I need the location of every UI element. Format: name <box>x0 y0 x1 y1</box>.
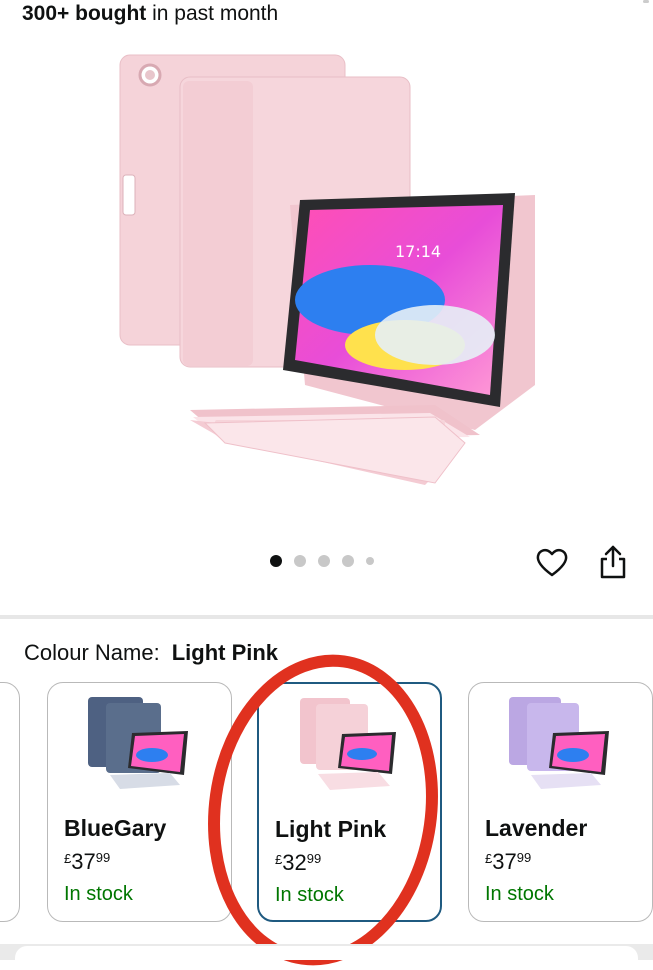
variant-thumbnail <box>508 697 609 789</box>
variant-name: Light Pink <box>275 816 387 842</box>
variant-price: £3299 <box>275 850 321 876</box>
price-cents: 99 <box>306 851 322 866</box>
price-currency: £ <box>275 852 283 867</box>
bottom-sheet-top <box>15 946 638 960</box>
variant-thumbnail <box>87 697 188 789</box>
variant-price: £3799 <box>64 849 110 875</box>
carousel-dot[interactable] <box>270 555 282 567</box>
price-currency: £ <box>485 851 493 866</box>
price-whole: 32 <box>282 850 307 875</box>
price-currency: £ <box>64 851 72 866</box>
heart-icon[interactable] <box>535 546 569 580</box>
variant-price: £3799 <box>485 849 531 875</box>
share-icon[interactable] <box>597 544 629 580</box>
carousel-dot[interactable] <box>366 557 374 565</box>
bought-count-bold: 300+ bought <box>22 2 147 25</box>
variant-name: Lavender <box>485 815 588 841</box>
carousel-dot[interactable] <box>342 555 354 567</box>
carousel-indicator[interactable] <box>270 555 374 567</box>
bottom-sheet-edge <box>0 944 653 960</box>
colour-name-row: Colour Name: Light Pink <box>24 640 278 666</box>
carousel-dot[interactable] <box>318 555 330 567</box>
price-cents: 99 <box>516 850 532 865</box>
section-divider <box>0 615 653 619</box>
carousel-dot[interactable] <box>294 555 306 567</box>
variant-card-lavender[interactable]: Lavender £3799 In stock <box>468 682 653 922</box>
variant-name: BlueGary <box>64 815 167 841</box>
variant-stock: In stock <box>275 884 344 906</box>
screen-time-text: 17:14 <box>395 242 441 261</box>
corner-indicator <box>643 0 649 3</box>
variant-stock: In stock <box>64 883 133 905</box>
price-whole: 37 <box>71 849 96 874</box>
variant-card-bluegary[interactable]: BlueGary £3799 In stock <box>47 682 232 922</box>
price-cents: 99 <box>95 850 111 865</box>
variant-card-light-pink[interactable]: Light Pink £3299 In stock <box>257 682 442 922</box>
bought-count-rest: in past month <box>146 2 279 25</box>
variant-card-partial[interactable] <box>0 682 20 922</box>
variant-stock: In stock <box>485 883 554 905</box>
variant-thumbnail <box>299 698 396 790</box>
colour-name-value: Light Pink <box>171 640 279 665</box>
product-image[interactable]: 17:14 <box>105 45 555 515</box>
colour-name-label: Colour Name: <box>24 640 160 665</box>
bought-count-text: 300+ bought in past month <box>22 2 278 26</box>
price-whole: 37 <box>492 849 517 874</box>
